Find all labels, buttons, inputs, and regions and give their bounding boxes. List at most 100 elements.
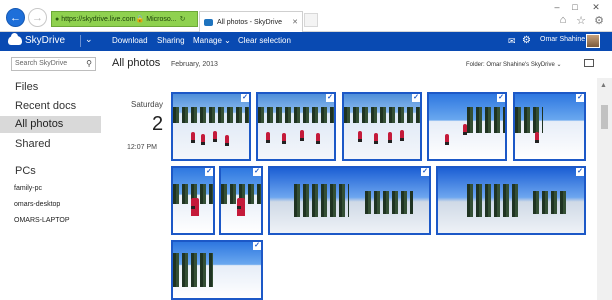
skier <box>225 135 229 146</box>
photo-tile[interactable]: ✓ <box>171 240 263 300</box>
folder-label: Folder: Omar Shahine's SkyDrive <box>466 62 555 68</box>
site-identity: Microso... <box>146 15 177 23</box>
page-date: February, 2013 <box>171 61 218 68</box>
search-placeholder: Search SkyDrive <box>15 60 68 67</box>
page-icon: ● <box>55 15 60 23</box>
sidebar-item-recent-docs[interactable]: Recent docs <box>15 100 76 112</box>
photo-tile[interactable]: ✓ <box>342 92 422 161</box>
tree-line <box>532 190 570 214</box>
photo-tile[interactable]: ✓ <box>171 92 251 161</box>
photo-tile[interactable]: ✓ <box>436 166 586 235</box>
skier <box>237 198 245 216</box>
refresh-icon[interactable]: ↻ <box>180 15 186 23</box>
favorites-star-icon[interactable]: ☆ <box>574 13 588 27</box>
day-weekday: Saturday <box>131 100 164 109</box>
scrollbar-thumb[interactable] <box>601 105 608 129</box>
divider <box>80 35 81 47</box>
user-name[interactable]: Omar Shahine <box>540 36 585 43</box>
photo-tile[interactable]: ✓ <box>256 92 336 161</box>
sidebar-item-pc[interactable]: OMARS-LAPTOP <box>14 217 70 224</box>
browser-chrome: ← → ● https://skydrive.live.com 🔒 Micros… <box>0 0 612 32</box>
search-input[interactable]: Search SkyDrive ⚲ <box>11 57 96 71</box>
back-arrow-icon[interactable]: ← <box>6 8 25 27</box>
selected-checkbox[interactable]: ✓ <box>241 94 249 102</box>
sidebar-pcs-heading: PCs <box>15 165 36 177</box>
brand-name: SkyDrive <box>25 35 66 46</box>
tree-line <box>467 184 519 217</box>
selected-checkbox[interactable]: ✓ <box>576 94 584 102</box>
settings-gear-icon[interactable]: ⚙ <box>522 35 531 46</box>
scroll-up-arrow-icon[interactable]: ▲ <box>600 82 607 89</box>
photo-tile[interactable]: ✓ <box>513 92 586 161</box>
skier <box>445 134 449 145</box>
tab-skydrive[interactable]: All photos - SkyDrive ✕ <box>199 11 303 32</box>
sidebar-item-pc[interactable]: family-pc <box>14 185 42 192</box>
photo-thumbnail <box>344 94 420 159</box>
address-url: https://skydrive.live.com <box>61 15 136 23</box>
selected-checkbox[interactable]: ✓ <box>421 168 429 176</box>
view-toggle-icon[interactable] <box>584 59 594 67</box>
skier <box>282 133 286 144</box>
photo-thumbnail <box>515 94 584 159</box>
clear-selection-button[interactable]: Clear selection <box>238 36 291 45</box>
photo-tile[interactable]: ✓ <box>427 92 507 161</box>
selected-checkbox[interactable]: ✓ <box>412 94 420 102</box>
address-bar[interactable]: ● https://skydrive.live.com 🔒 Microso...… <box>51 11 198 27</box>
photo-thumbnail <box>258 94 334 159</box>
close-window-icon[interactable]: ✕ <box>584 0 608 14</box>
selected-checkbox[interactable]: ✓ <box>253 168 261 176</box>
close-tab-icon[interactable]: ✕ <box>292 18 298 26</box>
skier <box>388 132 392 143</box>
tree-line <box>173 107 249 124</box>
tree-line <box>515 107 543 133</box>
sharing-button[interactable]: Sharing <box>157 36 185 45</box>
selected-checkbox[interactable]: ✓ <box>576 168 584 176</box>
sidebar-item-pc[interactable]: omars-desktop <box>14 201 60 208</box>
photo-tile[interactable]: ✓ <box>268 166 431 235</box>
skier <box>213 131 217 142</box>
photo-tile[interactable]: ✓ <box>171 166 215 235</box>
search-icon[interactable]: ⚲ <box>86 59 92 68</box>
avatar[interactable] <box>586 34 600 48</box>
skier <box>300 130 304 141</box>
tree-line <box>173 253 213 287</box>
selected-checkbox[interactable]: ✓ <box>205 168 213 176</box>
selected-checkbox[interactable]: ✓ <box>253 242 261 250</box>
photo-thumbnail <box>270 168 429 233</box>
page-title: All photos <box>112 57 161 69</box>
tree-line <box>365 190 414 214</box>
skier <box>191 198 199 216</box>
minimize-icon[interactable]: – <box>548 0 566 14</box>
tab-title: All photos - SkyDrive <box>217 18 282 26</box>
selected-checkbox[interactable]: ✓ <box>497 94 505 102</box>
photo-thumbnail <box>173 242 261 298</box>
day-number: 2 <box>152 113 164 135</box>
manage-menu-button[interactable]: Manage ⌄ <box>193 36 231 45</box>
photo-tile[interactable]: ✓ <box>219 166 263 235</box>
skydrive-logo[interactable]: SkyDrive <box>8 33 66 46</box>
vertical-scrollbar[interactable]: ▲ <box>597 78 612 300</box>
forward-arrow-icon[interactable]: → <box>28 8 47 27</box>
selected-checkbox[interactable]: ✓ <box>326 94 334 102</box>
download-button[interactable]: Download <box>112 36 148 45</box>
chevron-down-icon[interactable]: ⌄ <box>85 34 93 45</box>
photo-thumbnail <box>429 94 505 159</box>
skier <box>191 132 195 143</box>
manage-label: Manage <box>193 36 222 45</box>
sidebar-item-files[interactable]: Files <box>15 81 38 93</box>
photo-thumbnail <box>438 168 584 233</box>
maximize-icon[interactable]: □ <box>566 0 584 14</box>
messaging-icon[interactable]: ✉ <box>508 36 516 47</box>
tools-gear-icon[interactable]: ⚙ <box>592 13 606 27</box>
sidebar-item-all-photos[interactable]: All photos <box>0 116 101 133</box>
home-icon[interactable]: ⌂ <box>556 13 570 27</box>
skier <box>374 133 378 144</box>
lock-icon: 🔒 <box>135 16 145 23</box>
new-tab-button[interactable] <box>304 13 318 27</box>
app-command-bar: SkyDrive ⌄ Download Sharing Manage ⌄ Cle… <box>0 32 612 51</box>
sidebar-item-shared[interactable]: Shared <box>15 138 50 150</box>
photo-thumbnail <box>173 168 213 233</box>
skier <box>316 133 320 144</box>
folder-dropdown[interactable]: Folder: Omar Shahine's SkyDrive ⌄ <box>466 61 562 68</box>
cloud-icon <box>8 33 22 45</box>
